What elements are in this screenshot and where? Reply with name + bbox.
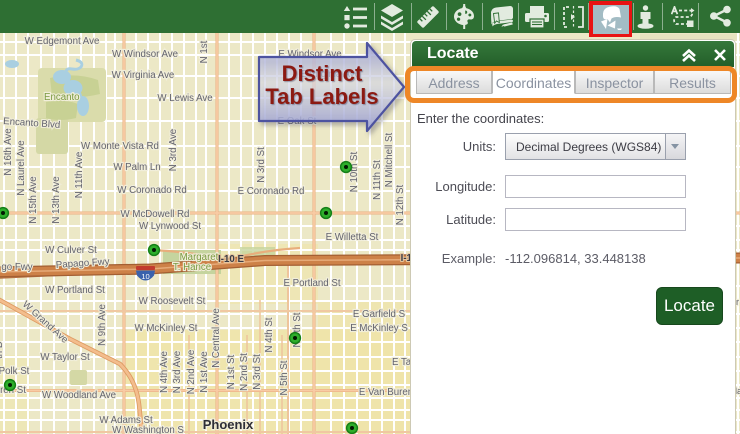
svg-text:W Portland St: W Portland St — [45, 285, 105, 296]
svg-text:N 3rd Ave: N 3rd Ave — [172, 351, 183, 393]
svg-text:E Garfield S: E Garfield S — [353, 309, 406, 320]
svg-text:W Edgemont Ave: W Edgemont Ave — [25, 36, 100, 47]
svg-text:W Palm Ln: W Palm Ln — [113, 162, 160, 173]
svg-text:W Lynwood St: W Lynwood St — [139, 221, 201, 232]
svg-text:W Washington S: W Washington S — [112, 425, 184, 434]
svg-text:T. Hance: T. Hance — [173, 262, 211, 273]
svg-text:W Roosevelt St: W Roosevelt St — [139, 296, 206, 307]
svg-text:N 11th St: N 11th St — [372, 160, 383, 200]
svg-text:W McKinley St: W McKinley St — [135, 323, 198, 334]
svg-text:N 4th St: N 4th St — [264, 317, 275, 352]
svg-text:I-10 E: I-10 E — [218, 254, 244, 265]
svg-text:N 3rd St: N 3rd St — [252, 354, 263, 390]
svg-text:N Laurel Ave: N Laurel Ave — [16, 140, 27, 195]
svg-text:W Lewis Ave: W Lewis Ave — [157, 93, 212, 104]
svg-text:N 4th Ave: N 4th Ave — [159, 351, 170, 393]
svg-text:E Willetta St: E Willetta St — [326, 232, 379, 243]
svg-text:N 1st Ave: N 1st Ave — [199, 351, 210, 392]
svg-text:W Taylor St: W Taylor St — [40, 352, 90, 363]
svg-text:N 15th Ave: N 15th Ave — [28, 176, 39, 223]
svg-text:W Windsor Ave: W Windsor Ave — [112, 49, 178, 60]
svg-text:N 3rd St: N 3rd St — [256, 147, 267, 183]
svg-text:Encanto: Encanto — [44, 92, 80, 103]
svg-text:N 11th Ave: N 11th Ave — [74, 152, 85, 199]
svg-text:N 2nd Ave: N 2nd Ave — [186, 350, 197, 395]
svg-text:W Woodland Ave: W Woodland Ave — [42, 390, 116, 401]
svg-text:th D: th D — [0, 341, 5, 359]
svg-text:W Culver St: W Culver St — [45, 245, 97, 256]
svg-text:W McDowell Rd: W McDowell Rd — [121, 209, 190, 220]
svg-text:Phoenix: Phoenix — [203, 417, 254, 432]
svg-text:go Fwy: go Fwy — [1, 262, 32, 273]
svg-text:N 3rd Ave: N 3rd Ave — [168, 129, 179, 171]
svg-text:N 12th St: N 12th St — [395, 185, 406, 226]
svg-text:E Coronado Rd: E Coronado Rd — [238, 186, 305, 197]
svg-text:N 9th Ave: N 9th Ave — [97, 304, 108, 346]
svg-text:W Virginia Ave: W Virginia Ave — [112, 70, 175, 81]
svg-text:N 10th St: N 10th St — [349, 152, 360, 193]
svg-text:N 1st St: N 1st St — [226, 354, 237, 389]
svg-text:N 16th Ave: N 16th Ave — [3, 128, 14, 175]
svg-text:W Coronado Rd: W Coronado Rd — [117, 185, 186, 196]
svg-text:r: r — [736, 297, 739, 307]
svg-text:W Monte Vista Rd: W Monte Vista Rd — [81, 141, 159, 152]
svg-text:E Van Buren: E Van Buren — [359, 387, 413, 398]
svg-text:N 1st: N 1st — [199, 40, 210, 63]
svg-text:10: 10 — [141, 272, 149, 281]
svg-text:E McKinley S: E McKinley S — [350, 323, 408, 334]
svg-text:N 13th Ave: N 13th Ave — [51, 176, 62, 223]
svg-text:N 2nd St: N 2nd St — [239, 353, 250, 391]
svg-text:N Central Ave: N Central Ave — [211, 308, 222, 368]
svg-text:Polk St: Polk St — [0, 366, 30, 377]
svg-text:N 5th St: N 5th St — [279, 360, 290, 395]
svg-text:E Portland St: E Portland St — [283, 278, 340, 289]
